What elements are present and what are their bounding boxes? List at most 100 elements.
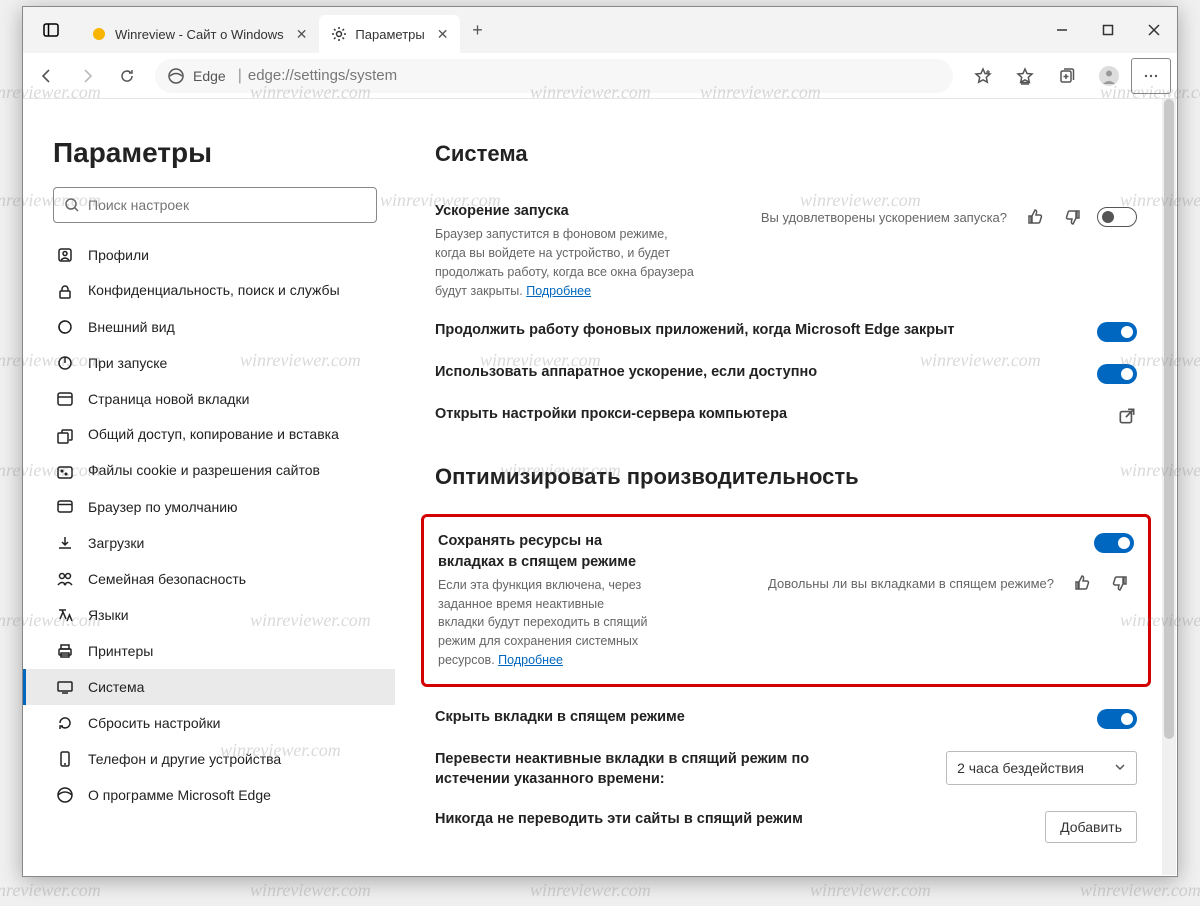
profile-icon — [56, 246, 74, 264]
refresh-button[interactable] — [109, 58, 145, 94]
setting-proxy[interactable]: Открыть настройки прокси-сервера компьют… — [435, 394, 1137, 436]
settings-main: Система Ускорение запуска Браузер запуст… — [395, 99, 1177, 876]
setting-sleeping-tabs: Сохранять ресурсы на вкладках в спящем р… — [438, 527, 1134, 673]
back-button[interactable] — [29, 58, 65, 94]
titlebar: Winreview - Сайт о Windows ✕ Параметры ✕… — [23, 7, 1177, 53]
favicon-icon — [91, 26, 107, 42]
vertical-tabs-button[interactable] — [23, 22, 79, 38]
setting-title: Сохранять ресурсы на вкладках в спящем р… — [438, 531, 648, 572]
feedback-label: Довольны ли вы вкладками в спящем режиме… — [768, 576, 1054, 591]
setting-title: Открыть настройки прокси-сервера компьют… — [435, 404, 1117, 424]
setting-title: Скрыть вкладки в спящем режиме — [435, 707, 1097, 727]
tab-settings[interactable]: Параметры ✕ — [319, 15, 460, 53]
learn-more-link[interactable]: Подробнее — [526, 284, 591, 298]
nav-languages[interactable]: Языки — [23, 597, 395, 633]
search-input[interactable] — [88, 197, 366, 213]
settings-search[interactable] — [53, 187, 377, 223]
tab-title: Параметры — [355, 27, 424, 42]
nav-reset[interactable]: Сбросить настройки — [23, 705, 395, 741]
toggle-fade-tabs[interactable] — [1097, 709, 1137, 729]
nav-downloads[interactable]: Загрузки — [23, 525, 395, 561]
dropdown-value: 2 часа бездействия — [957, 760, 1084, 776]
timeout-dropdown[interactable]: 2 часа бездействия — [946, 751, 1137, 785]
toggle-startup-boost[interactable] — [1097, 207, 1137, 227]
edge-icon — [56, 786, 74, 804]
toggle-bg-apps[interactable] — [1097, 322, 1137, 342]
family-icon — [56, 570, 74, 588]
nav-share[interactable]: Общий доступ, копирование и вставка — [23, 417, 395, 453]
toggle-hw-accel[interactable] — [1097, 364, 1137, 384]
newtab-icon — [56, 390, 74, 408]
nav-about[interactable]: О программе Microsoft Edge — [23, 777, 395, 813]
favorite-button[interactable] — [963, 58, 1003, 94]
forward-button[interactable] — [69, 58, 105, 94]
thumbs-down-icon[interactable] — [1106, 569, 1134, 597]
appearance-icon — [56, 318, 74, 336]
menu-button[interactable] — [1131, 58, 1171, 94]
reset-icon — [56, 714, 74, 732]
nav-appearance[interactable]: Внешний вид — [23, 309, 395, 345]
setting-bg-apps: Продолжить работу фоновых приложений, ко… — [435, 310, 1137, 352]
watermark: winreviewer.com — [530, 880, 651, 901]
nav-system[interactable]: Система — [23, 669, 395, 705]
toolbar: Edge | edge://settings/system — [23, 53, 1177, 99]
setting-title: Ускорение запуска — [435, 201, 761, 221]
section-heading-performance: Оптимизировать производительность — [435, 464, 1137, 490]
system-icon — [56, 678, 74, 696]
window-controls — [1039, 7, 1177, 53]
collections-button[interactable] — [1047, 58, 1087, 94]
thumbs-down-icon[interactable] — [1059, 203, 1087, 231]
watermark: winreviewer.com — [1080, 880, 1200, 901]
settings-sidebar: Параметры Профили Конфиденциальность, по… — [23, 99, 395, 876]
watermark: winreviewer.com — [250, 880, 371, 901]
close-window-button[interactable] — [1131, 7, 1177, 53]
add-button[interactable]: Добавить — [1045, 811, 1137, 843]
close-tab-icon[interactable]: ✕ — [296, 26, 308, 43]
setting-desc: Браузер запустится в фоновом режиме, ког… — [435, 225, 695, 300]
scrollbar[interactable] — [1162, 99, 1176, 875]
nav-family[interactable]: Семейная безопасность — [23, 561, 395, 597]
cookie-icon — [56, 463, 74, 481]
minimize-button[interactable] — [1039, 7, 1085, 53]
nav-startup[interactable]: При запуске — [23, 345, 395, 381]
nav-default-browser[interactable]: Браузер по умолчанию — [23, 489, 395, 525]
watermark: winreviewer.com — [810, 880, 931, 901]
new-tab-button[interactable]: + — [460, 13, 494, 47]
section-heading-system: Система — [435, 141, 1137, 167]
tab-winreview[interactable]: Winreview - Сайт о Windows ✕ — [79, 15, 319, 53]
setting-hw-accel: Использовать аппаратное ускорение, если … — [435, 352, 1137, 394]
setting-title: Продолжить работу фоновых приложений, ко… — [435, 320, 1097, 340]
download-icon — [56, 534, 74, 552]
nav-privacy[interactable]: Конфиденциальность, поиск и службы — [23, 273, 395, 309]
nav-phone[interactable]: Телефон и другие устройства — [23, 741, 395, 777]
share-icon — [56, 427, 74, 445]
learn-more-link[interactable]: Подробнее — [498, 653, 563, 667]
chevron-down-icon — [1114, 760, 1126, 776]
address-bar[interactable]: Edge | edge://settings/system — [155, 59, 953, 93]
profile-button[interactable] — [1089, 58, 1129, 94]
url-text: edge://settings/system — [248, 67, 397, 84]
sidebar-heading: Параметры — [23, 137, 395, 187]
setting-title: Никогда не переводить эти сайты в спящий… — [435, 809, 1045, 829]
highlighted-setting: Сохранять ресурсы на вкладках в спящем р… — [421, 514, 1151, 686]
edge-logo-icon — [167, 67, 185, 85]
tab-title: Winreview - Сайт о Windows — [115, 27, 284, 42]
nav-printers[interactable]: Принтеры — [23, 633, 395, 669]
nav-profiles[interactable]: Профили — [23, 237, 395, 273]
browser-icon — [56, 498, 74, 516]
setting-startup-boost: Ускорение запуска Браузер запустится в ф… — [435, 191, 1137, 310]
settings-nav: Профили Конфиденциальность, поиск и служ… — [23, 237, 395, 813]
scroll-thumb[interactable] — [1164, 99, 1174, 739]
language-icon — [56, 606, 74, 624]
printer-icon — [56, 642, 74, 660]
lock-icon — [56, 283, 74, 301]
thumbs-up-icon[interactable] — [1021, 203, 1049, 231]
nav-newtab[interactable]: Страница новой вкладки — [23, 381, 395, 417]
thumbs-up-icon[interactable] — [1068, 569, 1096, 597]
toggle-sleeping-tabs[interactable] — [1094, 533, 1134, 553]
nav-cookies[interactable]: Файлы cookie и разрешения сайтов — [23, 453, 395, 489]
phone-icon — [56, 750, 74, 768]
maximize-button[interactable] — [1085, 7, 1131, 53]
favorites-list-button[interactable] — [1005, 58, 1045, 94]
close-tab-icon[interactable]: ✕ — [437, 26, 449, 43]
